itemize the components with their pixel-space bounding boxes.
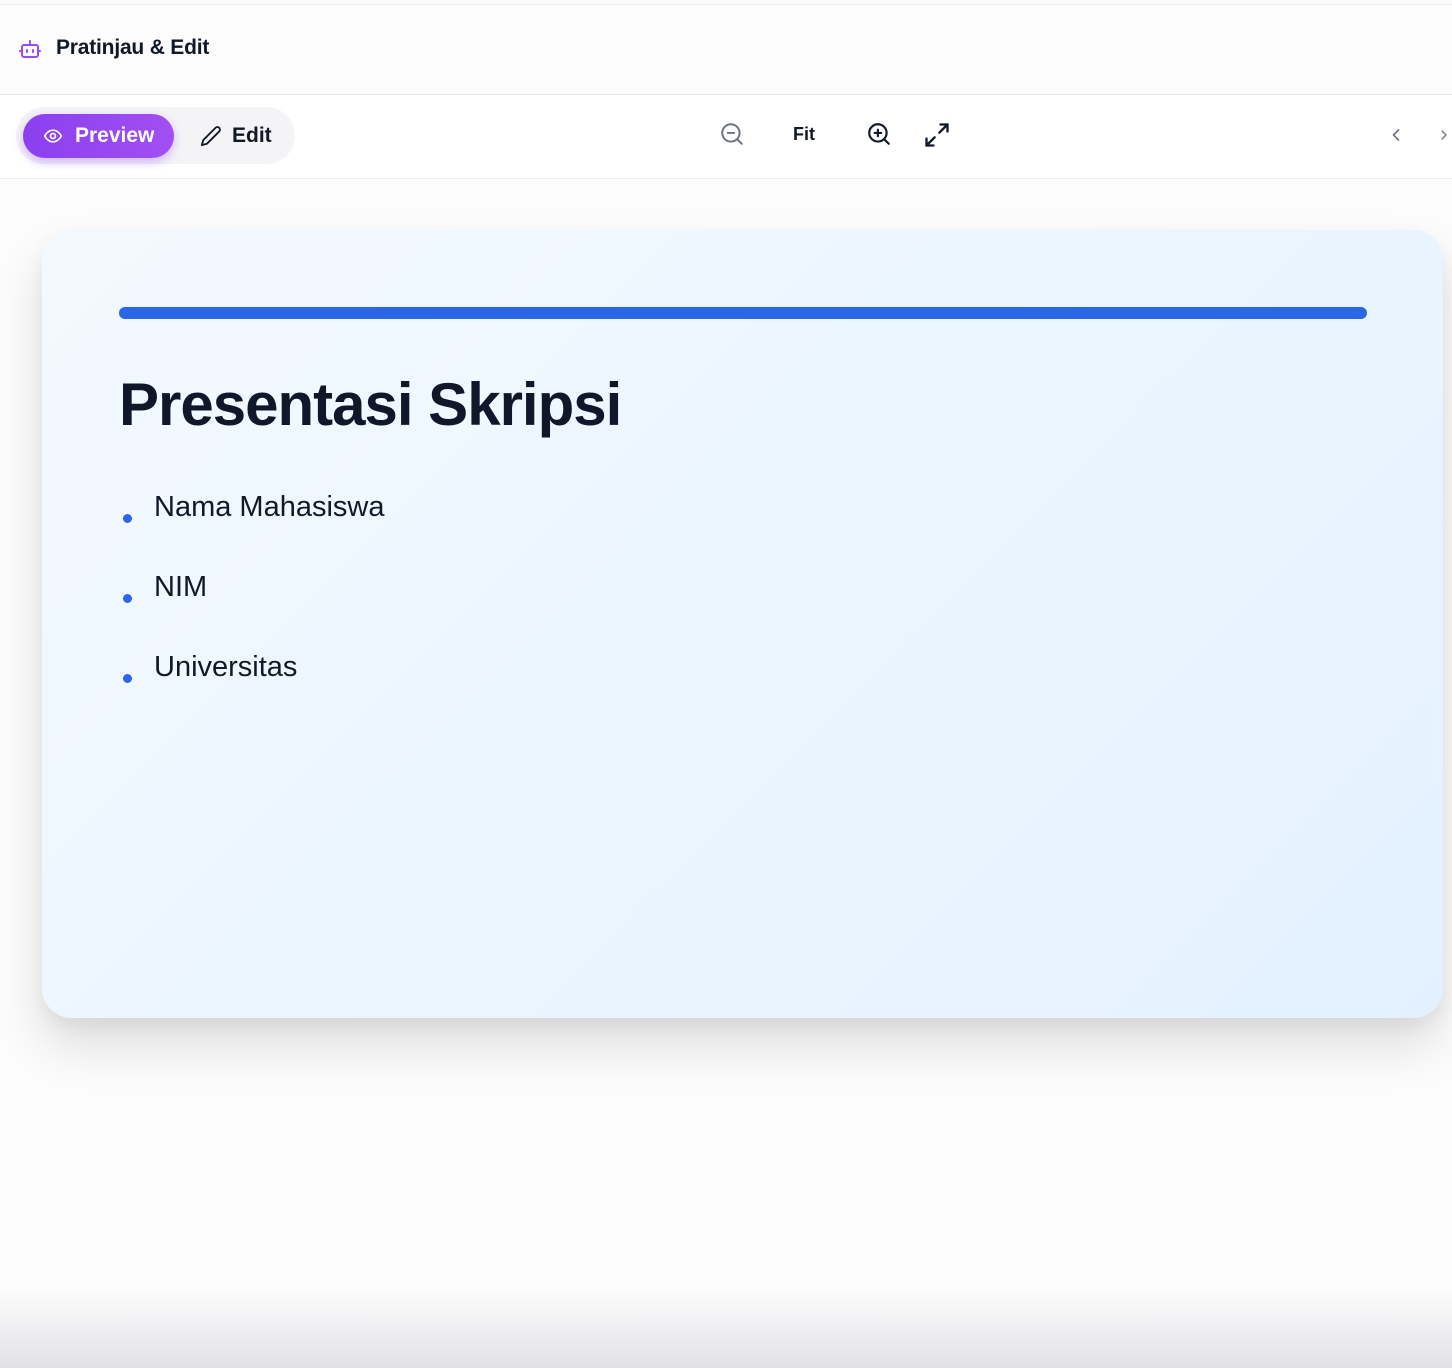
toolbar: Preview Edit Fit bbox=[0, 95, 1452, 179]
slide-card: Presentasi Skripsi Nama Mahasiswa NIM Un… bbox=[42, 230, 1443, 1018]
preview-button-label: Preview bbox=[75, 124, 155, 147]
expand-icon[interactable] bbox=[923, 121, 951, 154]
fit-button[interactable]: Fit bbox=[793, 124, 815, 145]
zoom-out-icon[interactable] bbox=[719, 121, 745, 152]
mode-toggle-group: Preview Edit bbox=[16, 107, 295, 164]
bullet-text: NIM bbox=[154, 571, 208, 603]
pencil-icon bbox=[200, 126, 221, 147]
bullet-dot bbox=[123, 674, 132, 683]
eye-icon bbox=[43, 129, 63, 143]
bot-icon bbox=[18, 37, 42, 61]
chevron-left-icon[interactable] bbox=[1386, 124, 1406, 151]
edit-button[interactable]: Edit bbox=[194, 114, 289, 158]
panel-title: Pratinjau & Edit bbox=[56, 36, 210, 59]
bullet-text: Nama Mahasiswa bbox=[154, 491, 385, 523]
bullet-dot bbox=[123, 594, 132, 603]
edit-button-label: Edit bbox=[232, 124, 272, 147]
chevron-right-icon[interactable] bbox=[1436, 124, 1452, 151]
panel-header: Pratinjau & Edit bbox=[0, 5, 1452, 95]
preview-button[interactable]: Preview bbox=[23, 114, 174, 158]
bullet-dot bbox=[123, 514, 132, 523]
app-window: Pratinjau & Edit Preview Edit Fit Presen… bbox=[0, 0, 1452, 1368]
slide-accent-bar bbox=[119, 307, 1367, 319]
bullet-text: Universitas bbox=[154, 651, 298, 683]
slide-title: Presentasi Skripsi bbox=[119, 371, 622, 438]
bottom-shadow-fade bbox=[0, 1290, 1452, 1368]
zoom-in-icon[interactable] bbox=[866, 121, 892, 152]
